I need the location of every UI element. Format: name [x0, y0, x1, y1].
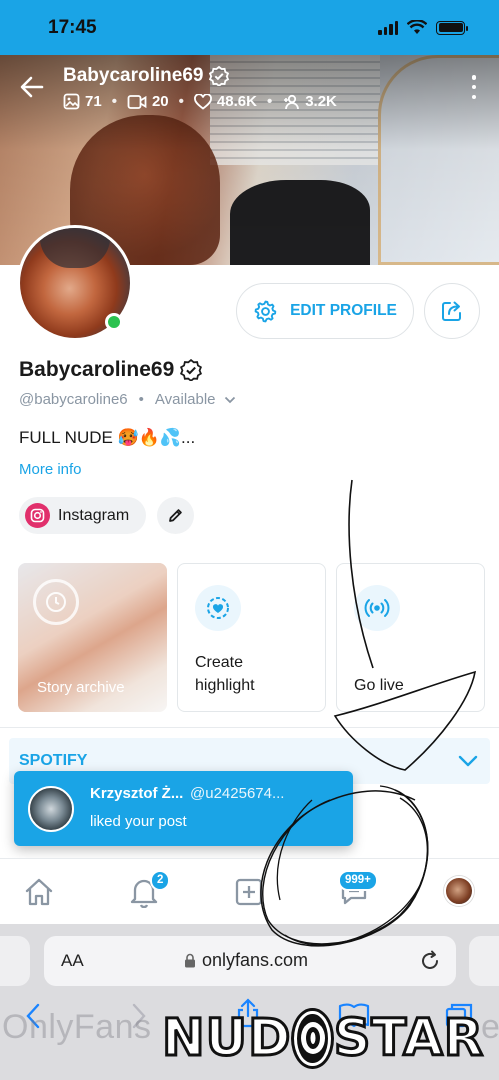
- status-bar: 17:45: [0, 0, 499, 55]
- status-icons: [378, 20, 468, 35]
- back-arrow-icon[interactable]: [18, 73, 46, 101]
- instagram-label: Instagram: [58, 506, 130, 524]
- notification-message: liked your post: [90, 813, 187, 830]
- profile-bio: FULL NUDE 🥵🔥💦...: [19, 428, 196, 447]
- videos-count: 20: [151, 93, 169, 110]
- fans-count: 3.2K: [305, 93, 337, 110]
- messages-badge: 999+: [338, 870, 378, 891]
- notification-user-handle: @u2425674...: [190, 785, 285, 802]
- instagram-link[interactable]: Instagram: [19, 497, 146, 534]
- chevron-down-icon[interactable]: [458, 755, 478, 767]
- nudostar-logo-icon: [294, 1010, 331, 1066]
- instagram-icon: [25, 503, 50, 528]
- cover-header: Babycaroline69 71 • 20 • 48.6K • 3.2K: [0, 55, 499, 125]
- cellular-signal-icon: [378, 20, 398, 35]
- highlight-heart-icon: [195, 585, 241, 631]
- edit-links-button[interactable]: [157, 497, 194, 534]
- lock-icon: [185, 953, 195, 968]
- spotify-label: SPOTIFY: [19, 752, 88, 769]
- battery-icon: [436, 20, 468, 35]
- heart-icon: [194, 93, 212, 110]
- videos-stat: 20: [127, 93, 169, 110]
- go-live-label: Go live: [354, 677, 404, 694]
- fans-stat: 3.2K: [282, 93, 337, 110]
- likes-count: 48.6K: [216, 93, 257, 110]
- availability-status[interactable]: Available: [155, 391, 216, 408]
- profile-handle: @babycaroline6: [19, 391, 128, 408]
- story-archive-card[interactable]: Story archive: [18, 563, 167, 712]
- bottom-nav: 2 999+: [0, 858, 499, 924]
- go-live-card[interactable]: Go live: [336, 563, 485, 712]
- address-bar[interactable]: AA onlyfans.com: [44, 936, 456, 986]
- video-icon: [127, 94, 147, 109]
- pencil-icon: [169, 509, 182, 522]
- previous-tab-pill[interactable]: [0, 936, 30, 986]
- profile-display-name: Babycaroline69: [19, 358, 175, 381]
- nav-add-post[interactable]: [232, 875, 266, 909]
- notification-user-name: Krzysztof Ż...: [90, 785, 184, 802]
- image-icon: [63, 93, 80, 110]
- home-icon: [25, 878, 53, 906]
- online-status-dot: [105, 313, 123, 331]
- handle-row: @babycaroline6 • Available: [19, 391, 236, 408]
- fans-icon: [284, 94, 300, 109]
- url-text: onlyfans.com: [202, 950, 309, 970]
- likes-stat: 48.6K: [194, 93, 257, 110]
- notifications-badge: 2: [150, 870, 171, 891]
- header-title-row: Babycaroline69: [63, 65, 230, 87]
- header-username: Babycaroline69: [63, 65, 204, 86]
- photos-count: 71: [85, 93, 102, 110]
- share-icon: [442, 301, 461, 321]
- add-post-icon: [235, 878, 263, 906]
- notification-avatar: [28, 786, 74, 832]
- reload-icon[interactable]: [418, 949, 442, 973]
- verified-badge-icon: [180, 359, 203, 381]
- more-options-icon[interactable]: [469, 75, 479, 99]
- edit-profile-button[interactable]: EDIT PROFILE: [236, 283, 414, 339]
- header-stats: 71 • 20 • 48.6K • 3.2K: [63, 93, 337, 110]
- reader-settings-button[interactable]: AA: [61, 951, 84, 971]
- create-highlight-card[interactable]: Create highlight: [177, 563, 326, 712]
- status-time: 17:45: [48, 16, 97, 38]
- broadcast-icon: [354, 585, 400, 631]
- onlyfans-watermark: OnlyFans: [2, 1008, 152, 1046]
- next-tab-pill[interactable]: [469, 936, 499, 986]
- more-info-link[interactable]: More info: [19, 461, 82, 478]
- wifi-icon: [407, 20, 427, 34]
- archive-clock-icon: [33, 579, 79, 625]
- nav-home[interactable]: [22, 875, 56, 909]
- verified-badge-icon: [209, 66, 230, 86]
- share-profile-button[interactable]: [424, 283, 480, 339]
- nudostar-watermark-logo: NUD STAR: [160, 1007, 484, 1069]
- profile-name-row: Babycaroline69: [19, 358, 203, 382]
- edit-profile-label: EDIT PROFILE: [290, 302, 397, 319]
- nav-profile-avatar[interactable]: [444, 876, 474, 906]
- section-divider: [0, 727, 499, 728]
- photos-stat: 71: [63, 93, 102, 110]
- story-archive-label: Story archive: [37, 679, 125, 696]
- create-highlight-label: Create highlight: [195, 654, 255, 694]
- url-display[interactable]: onlyfans.com: [184, 950, 308, 971]
- chevron-down-icon[interactable]: [224, 396, 236, 404]
- notification-toast[interactable]: Krzysztof Ż... @u2425674... liked your p…: [14, 771, 353, 846]
- gear-icon: [254, 300, 277, 322]
